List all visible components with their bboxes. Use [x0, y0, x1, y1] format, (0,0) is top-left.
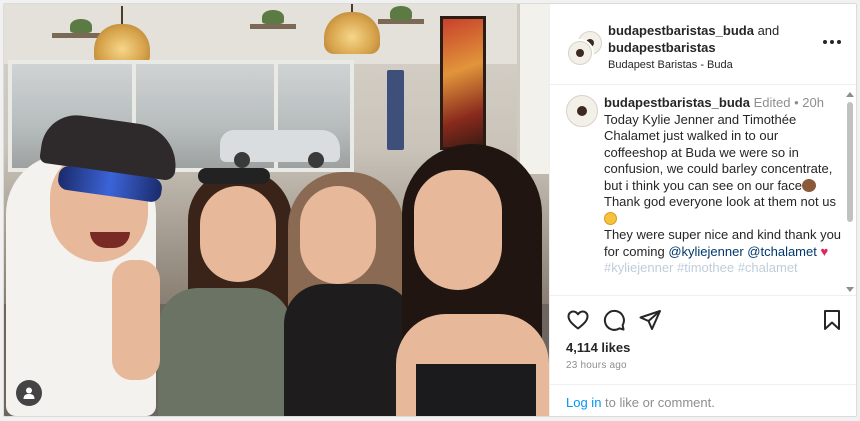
photo-lamp: [324, 4, 380, 54]
scroll-down-arrow-icon[interactable]: [846, 287, 854, 292]
caption-line-2: Thank god everyone look at them not us: [604, 194, 836, 209]
collaborator-link[interactable]: budapestbaristas: [608, 40, 716, 55]
photo-person-woman-2: [284, 172, 414, 416]
avatar: [566, 39, 594, 67]
photo-towel: [387, 70, 404, 150]
mention-tchalamet[interactable]: @tchalamet: [747, 244, 817, 259]
save-button[interactable]: [820, 308, 844, 332]
photo-plant: [390, 6, 412, 20]
likes-count[interactable]: 4,114 likes: [566, 340, 630, 355]
scroll-up-arrow-icon[interactable]: [846, 92, 854, 97]
header-conjunction: and: [757, 23, 780, 38]
login-row: Log in to like or comment.: [550, 384, 856, 416]
photo-car: [220, 130, 340, 168]
edited-label: Edited: [753, 95, 791, 110]
instagram-post-embed: budapestbaristas_buda and budapestbarist…: [3, 3, 857, 417]
scroll-thumb[interactable]: [847, 102, 853, 222]
login-prompt: Log in to like or comment.: [566, 395, 715, 410]
post-timestamp[interactable]: 23 hours ago: [566, 360, 627, 371]
heart-icon: [567, 310, 589, 330]
user-tag-button[interactable]: [16, 380, 42, 406]
photo-shelf: [52, 33, 100, 38]
caption-area: budapestbaristas_buda Edited • 20h Today…: [550, 85, 856, 295]
header-text: budapestbaristas_buda and budapestbarist…: [608, 22, 818, 71]
photo-painting: [440, 16, 486, 150]
post-photo[interactable]: [4, 4, 549, 416]
photo-person-woman-1: [112, 164, 292, 416]
caption: budapestbaristas_buda Edited • 20h Today…: [604, 95, 844, 277]
comment-button[interactable]: [602, 308, 626, 332]
red-heart-icon: ♥: [820, 243, 829, 259]
photo-plant: [70, 19, 92, 33]
photo-plant: [262, 10, 284, 24]
post-side-panel: budapestbaristas_buda and budapestbarist…: [549, 4, 856, 416]
author-link[interactable]: budapestbaristas_buda: [608, 23, 754, 38]
caption-line-1: Today Kylie Jenner and Timothée Chalamet…: [604, 111, 833, 193]
comment-icon: [603, 309, 625, 331]
mention-kyliejenner[interactable]: @kyliejenner: [668, 244, 743, 259]
login-link[interactable]: Log in: [566, 395, 601, 410]
see-no-evil-monkey-icon: [802, 178, 817, 192]
collab-avatars[interactable]: [566, 29, 604, 67]
caption-scrollbar[interactable]: [846, 92, 854, 292]
post-actions: 4,114 likes 23 hours ago Log in to like …: [550, 295, 856, 416]
share-icon: [639, 310, 661, 330]
post-header: budapestbaristas_buda and budapestbarist…: [550, 4, 856, 85]
photo-shelf: [250, 24, 296, 29]
edited-separator: •: [794, 95, 799, 110]
bookmark-icon: [824, 310, 840, 330]
share-button[interactable]: [638, 308, 662, 332]
caption-avatar[interactable]: [566, 95, 598, 127]
caption-age: 20h: [802, 95, 824, 110]
photo-person-woman-3: [396, 144, 549, 416]
like-button[interactable]: [566, 308, 590, 332]
caption-hashtags[interactable]: #kyliejenner #timothee #chalamet: [604, 260, 844, 277]
more-options-icon[interactable]: [823, 40, 841, 46]
action-row: [566, 308, 846, 334]
smiling-face-icon: [604, 211, 617, 225]
login-rest-text: to like or comment.: [605, 395, 715, 410]
caption-username[interactable]: budapestbaristas_buda: [604, 95, 750, 110]
user-tag-icon: [23, 387, 35, 399]
location-link[interactable]: Budapest Baristas - Buda: [608, 59, 818, 71]
